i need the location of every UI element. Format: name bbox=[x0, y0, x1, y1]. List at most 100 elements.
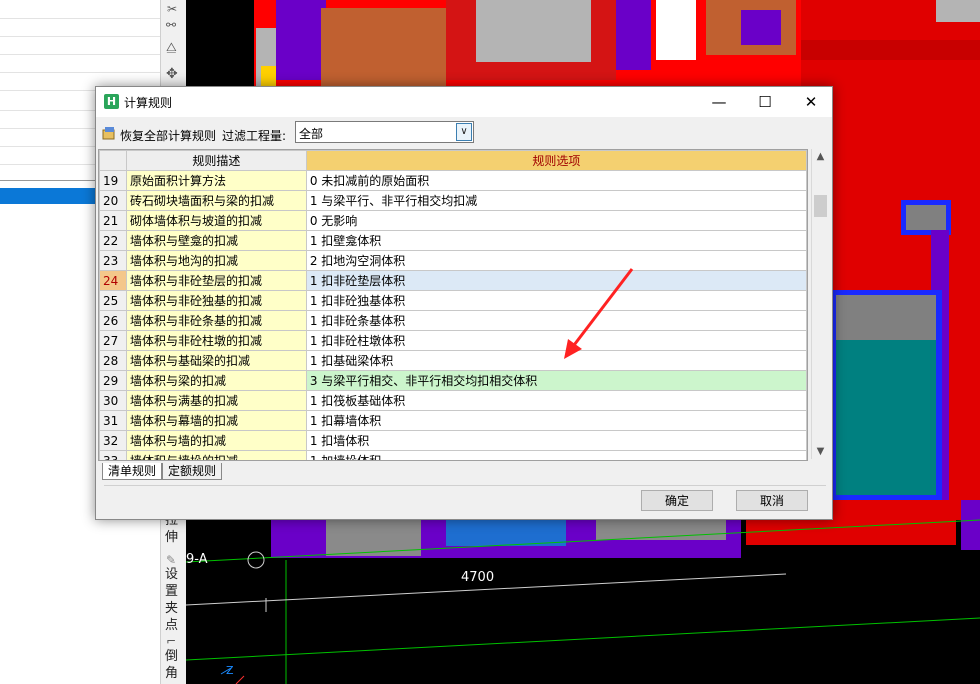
rule-option-cell[interactable]: 1 扣非砼条基体积 bbox=[305, 310, 807, 331]
chamfer-icon: ⌐ bbox=[166, 634, 177, 648]
row-number-cell: 20 bbox=[99, 190, 127, 211]
annotation-arrow bbox=[564, 268, 634, 359]
table-row[interactable]: 25 墙体积与非砼独基的扣减 1 扣非砼独基体积 bbox=[99, 290, 807, 311]
dialog-title: 计算规则 bbox=[124, 96, 173, 110]
rule-option-cell[interactable]: 3 与梁平行相交、非平行相交均扣相交体积 bbox=[305, 370, 807, 391]
panel-divider bbox=[0, 18, 160, 19]
table-row[interactable]: 20 砖石砌块墙面积与梁的扣减 1 与梁平行、非平行相交均扣减 bbox=[99, 190, 807, 211]
table-row[interactable]: 27 墙体积与非砼柱墩的扣减 1 扣非砼柱墩体积 bbox=[99, 330, 807, 351]
rule-description-cell: 墙体积与非砼垫层的扣减 bbox=[125, 270, 307, 291]
column-header-options[interactable]: 规则选项 bbox=[305, 150, 807, 171]
panel-divider bbox=[0, 36, 160, 37]
mirror-icon[interactable]: ⧋ bbox=[166, 40, 182, 54]
row-number-cell: 27 bbox=[99, 330, 127, 351]
rule-option-cell[interactable]: 0 未扣减前的原始面积 bbox=[305, 170, 807, 191]
panel-divider bbox=[0, 54, 160, 55]
table-header-row: 规则描述 规则选项 bbox=[99, 150, 807, 171]
dialog-titlebar[interactable]: H 计算规则 — ☐ ✕ bbox=[96, 87, 832, 117]
rule-option-cell[interactable]: 1 扣墙体积 bbox=[305, 430, 807, 451]
scroll-down-icon[interactable]: ▼ bbox=[812, 446, 829, 457]
z-axis-label: Z bbox=[226, 664, 234, 677]
row-number-cell: 32 bbox=[99, 430, 127, 451]
filter-quantity-select[interactable]: 全部 ∨ bbox=[295, 121, 474, 143]
chevron-down-icon[interactable]: ∨ bbox=[456, 123, 472, 141]
rule-option-cell[interactable]: 1 扣壁龛体积 bbox=[305, 230, 807, 251]
row-number-header bbox=[99, 150, 127, 171]
cancel-button[interactable]: 取消 bbox=[736, 490, 808, 511]
scissors-icon[interactable]: ✂ bbox=[167, 2, 181, 16]
table-row[interactable]: 31 墙体积与幕墙的扣减 1 扣幕墙体积 bbox=[99, 410, 807, 431]
rules-grid: 规则描述 规则选项 19 原始面积计算方法 0 未扣减前的原始面积 20 砖石砌块墙面积… bbox=[98, 149, 808, 461]
table-row[interactable]: 33 墙体积与墙垛的扣减 1 加墙垛体积 bbox=[99, 450, 807, 460]
restore-rules-icon[interactable] bbox=[102, 126, 116, 140]
row-number-cell: 33 bbox=[99, 450, 127, 460]
rule-option-cell[interactable]: 1 与梁平行、非平行相交均扣减 bbox=[305, 190, 807, 211]
rule-description-cell: 墙体积与非砼独基的扣减 bbox=[125, 290, 307, 311]
ok-button[interactable]: 确定 bbox=[641, 490, 713, 511]
rule-option-cell[interactable]: 1 扣基础梁体积 bbox=[305, 350, 807, 371]
rule-description-cell: 墙体积与基础梁的扣减 bbox=[125, 350, 307, 371]
rule-description-cell: 墙体积与地沟的扣减 bbox=[125, 250, 307, 271]
table-row[interactable]: 23 墙体积与地沟的扣减 2 扣地沟空洞体积 bbox=[99, 250, 807, 271]
restore-all-rules-button[interactable]: 恢复全部计算规则 bbox=[120, 127, 216, 144]
chamfer-tool[interactable]: 倒角 bbox=[165, 648, 183, 682]
button-bar-divider bbox=[104, 485, 826, 486]
rule-description-cell: 墙体积与幕墙的扣减 bbox=[125, 410, 307, 431]
rules-table: 规则描述 规则选项 19 原始面积计算方法 0 未扣减前的原始面积 20 砖石砌块墙面积… bbox=[99, 150, 807, 460]
table-row[interactable]: 24 墙体积与非砼垫层的扣减 1 扣非砼垫层体积 bbox=[99, 270, 807, 291]
rule-description-cell: 墙体积与壁龛的扣减 bbox=[125, 230, 307, 251]
scroll-up-icon[interactable]: ▲ bbox=[812, 151, 829, 162]
table-row[interactable]: 32 墙体积与墙的扣减 1 扣墙体积 bbox=[99, 430, 807, 451]
rule-option-cell[interactable]: 1 扣非砼柱墩体积 bbox=[305, 330, 807, 351]
row-number-cell: 22 bbox=[99, 230, 127, 251]
rule-description-cell: 墙体积与梁的扣减 bbox=[125, 370, 307, 391]
rule-description-cell: 原始面积计算方法 bbox=[125, 170, 307, 191]
row-number-cell: 29 bbox=[99, 370, 127, 391]
filter-label: 过滤工程量: bbox=[222, 129, 287, 143]
app-icon: H bbox=[104, 94, 119, 109]
row-number-cell: 24 bbox=[99, 270, 127, 291]
pencil-icon: ✎ bbox=[166, 553, 177, 567]
close-button[interactable]: ✕ bbox=[788, 87, 834, 117]
scrollbar-thumb[interactable] bbox=[814, 195, 827, 217]
rule-option-cell[interactable]: 1 扣非砼垫层体积 bbox=[305, 270, 807, 291]
row-number-cell: 25 bbox=[99, 290, 127, 311]
column-header-description[interactable]: 规则描述 bbox=[125, 150, 307, 171]
calculation-rules-dialog: H 计算规则 — ☐ ✕ 恢复全部计算规则 过滤工程量: 全部 ∨ 规则描述 规… bbox=[95, 86, 833, 520]
axis-label: 9-A bbox=[186, 552, 208, 567]
rule-option-cell[interactable]: 1 扣幕墙体积 bbox=[305, 410, 807, 431]
table-row[interactable]: 30 墙体积与满基的扣减 1 扣筏板基础体积 bbox=[99, 390, 807, 411]
set-grip-tool[interactable]: 设置夹点 bbox=[165, 566, 183, 634]
rule-description-cell: 墙体积与非砼条基的扣减 bbox=[125, 310, 307, 331]
table-row[interactable]: 19 原始面积计算方法 0 未扣减前的原始面积 bbox=[99, 170, 807, 191]
table-row[interactable]: 21 砌体墙体积与坡道的扣减 0 无影响 bbox=[99, 210, 807, 231]
tab-list-rules[interactable]: 清单规则 bbox=[102, 463, 163, 480]
vertical-scrollbar[interactable]: ▲ ▼ bbox=[811, 149, 830, 459]
rule-description-cell: 墙体积与墙的扣减 bbox=[125, 430, 307, 451]
break-icon[interactable]: ⚯ bbox=[166, 18, 182, 32]
table-row[interactable]: 29 墙体积与梁的扣减 3 与梁平行相交、非平行相交均扣相交体积 bbox=[99, 370, 807, 391]
rules-table-body: 19 原始面积计算方法 0 未扣减前的原始面积 20 砖石砌块墙面积与梁的扣减 1 与梁平… bbox=[99, 170, 807, 460]
row-number-cell: 21 bbox=[99, 210, 127, 231]
rule-option-cell[interactable]: 2 扣地沟空洞体积 bbox=[305, 250, 807, 271]
table-row[interactable]: 22 墙体积与壁龛的扣减 1 扣壁龛体积 bbox=[99, 230, 807, 251]
row-number-cell: 31 bbox=[99, 410, 127, 431]
maximize-button[interactable]: ☐ bbox=[742, 87, 788, 117]
row-number-cell: 30 bbox=[99, 390, 127, 411]
rule-description-cell: 墙体积与非砼柱墩的扣减 bbox=[125, 330, 307, 351]
rule-option-cell[interactable]: 1 扣筏板基础体积 bbox=[305, 390, 807, 411]
row-number-cell: 26 bbox=[99, 310, 127, 331]
row-number-cell: 19 bbox=[99, 170, 127, 191]
minimize-button[interactable]: — bbox=[696, 87, 742, 117]
filter-selected-value: 全部 bbox=[299, 127, 324, 141]
table-row[interactable]: 28 墙体积与基础梁的扣减 1 扣基础梁体积 bbox=[99, 350, 807, 371]
table-row[interactable]: 26 墙体积与非砼条基的扣减 1 扣非砼条基体积 bbox=[99, 310, 807, 331]
rule-option-cell[interactable]: 1 扣非砼独基体积 bbox=[305, 290, 807, 311]
tab-quota-rules[interactable]: 定额规则 bbox=[162, 463, 223, 480]
move-icon[interactable]: ✥ bbox=[166, 66, 182, 82]
panel-divider bbox=[0, 72, 160, 73]
rule-description-cell: 砌体墙体积与坡道的扣减 bbox=[125, 210, 307, 231]
rule-option-cell[interactable]: 1 加墙垛体积 bbox=[305, 450, 807, 460]
rule-option-cell[interactable]: 0 无影响 bbox=[305, 210, 807, 231]
dimension-label: 4700 bbox=[461, 570, 495, 585]
